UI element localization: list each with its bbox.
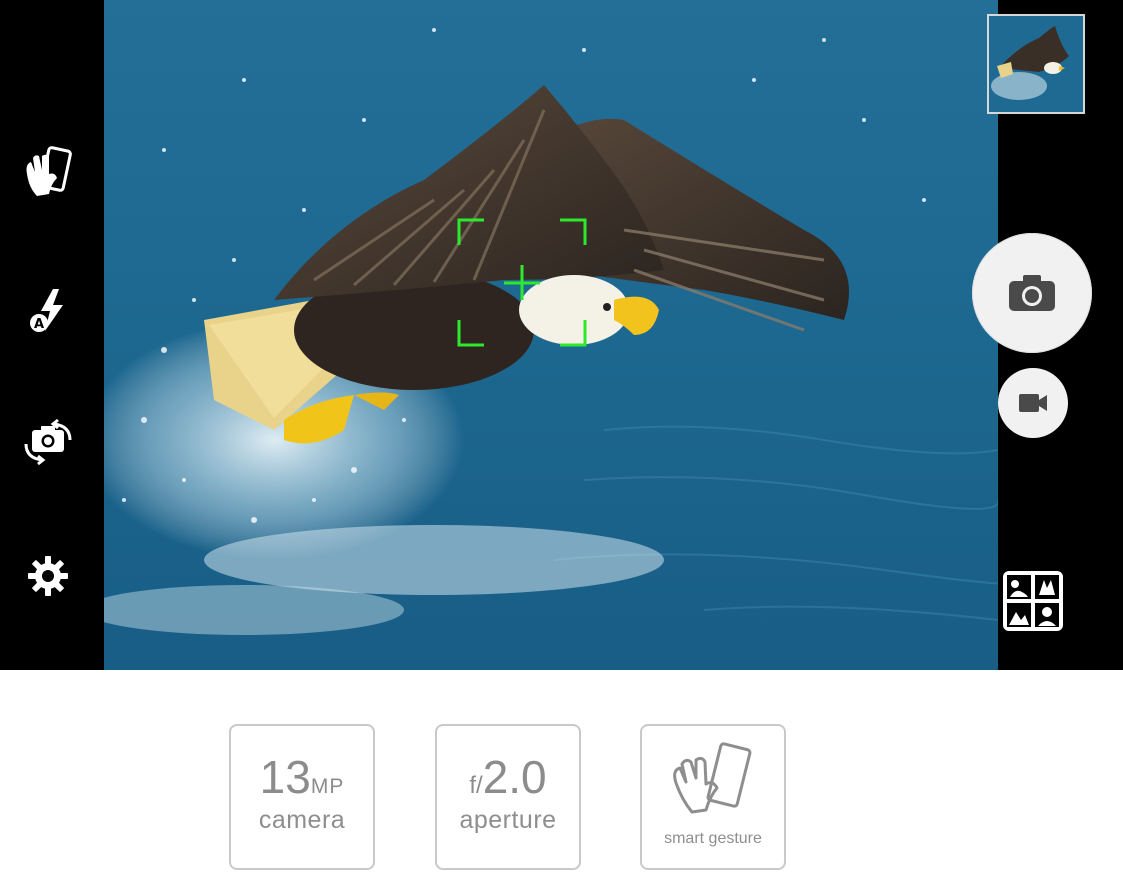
feature-label: smart gesture: [664, 830, 762, 847]
feature-value: f/2.0: [469, 751, 547, 803]
settings-gear-icon[interactable]: [18, 546, 78, 606]
hand-gesture-icon[interactable]: [18, 143, 78, 203]
last-photo-thumbnail[interactable]: [987, 14, 1085, 114]
feature-prefix: f/: [469, 772, 483, 799]
feature-unit: MP: [310, 775, 345, 798]
scene-modes-button[interactable]: [1002, 570, 1064, 632]
feature-13mp-camera: 13MP camera: [229, 724, 375, 870]
svg-text:A: A: [34, 317, 44, 332]
smart-gesture-icon: [673, 742, 752, 814]
video-camera-icon: [1019, 394, 1047, 412]
feature-label: camera: [258, 806, 346, 834]
camera-viewfinder[interactable]: [104, 0, 998, 670]
feature-smart-gesture: smart gesture: [640, 724, 786, 870]
camera-icon: [1009, 275, 1055, 311]
feature-label: aperture: [459, 806, 557, 834]
feature-aperture: f/2.0 aperture: [435, 724, 581, 870]
switch-camera-icon[interactable]: [18, 412, 78, 472]
eagle-scene: [104, 0, 998, 670]
shutter-button[interactable]: [972, 233, 1092, 353]
scene-modes-icon: [1003, 571, 1063, 631]
auto-flash-icon[interactable]: A: [18, 280, 78, 340]
video-record-button[interactable]: [998, 368, 1068, 438]
feature-value: 13MP: [259, 751, 345, 803]
camera-app-window: A: [0, 0, 1123, 670]
feature-highlights: 13MP camera f/2.0 aperture smart gesture: [0, 724, 1123, 872]
